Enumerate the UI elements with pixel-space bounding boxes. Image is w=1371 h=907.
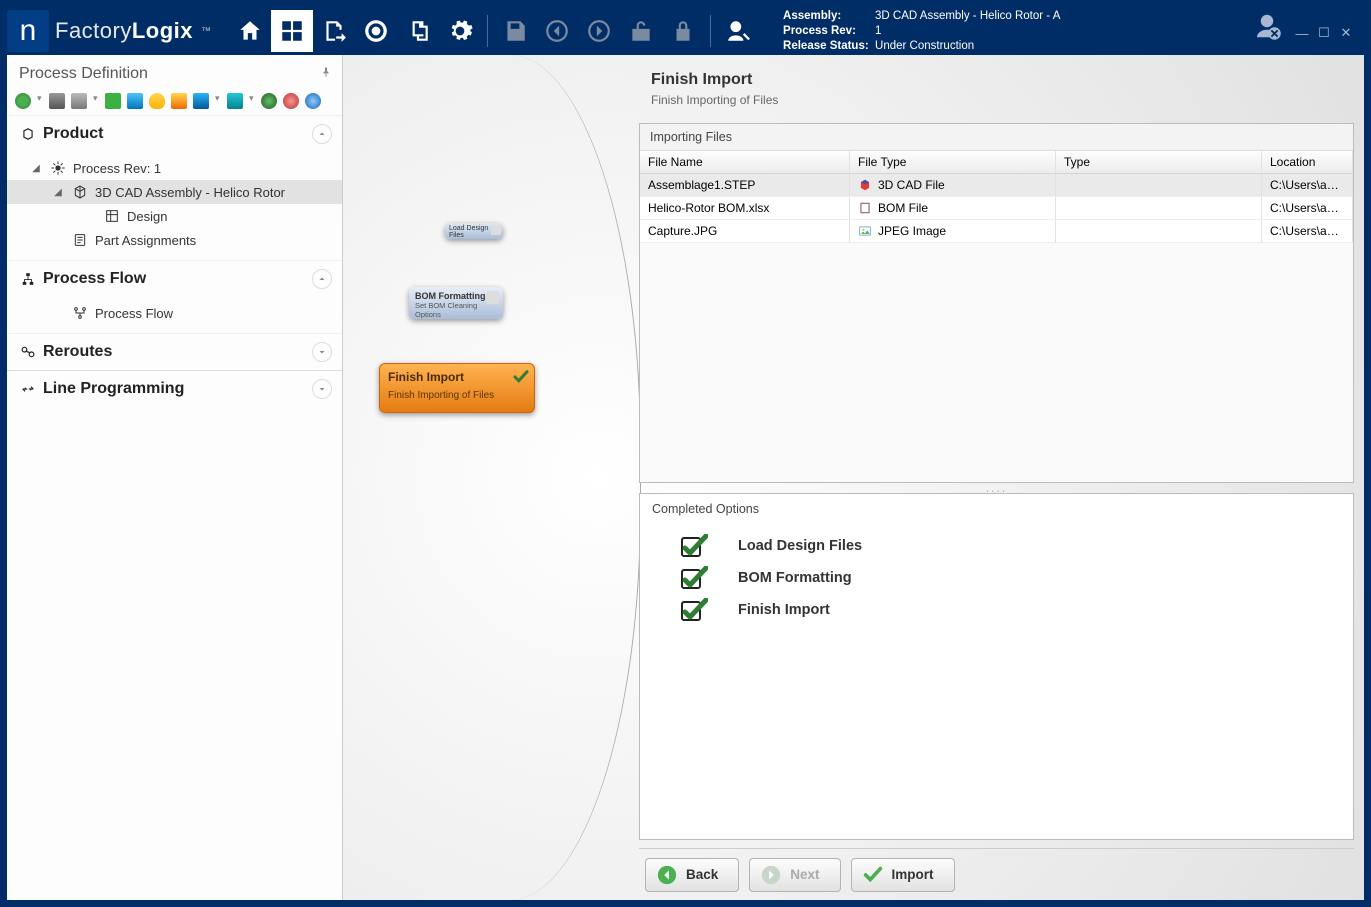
col-file-name[interactable]: File Name [640, 151, 850, 173]
expand-icon[interactable] [312, 342, 332, 362]
home-button[interactable] [229, 10, 271, 52]
brand-text: FactoryLogix [55, 18, 193, 44]
wizard-curve-panel: Load Design Files BOM Formatting Set BOM… [343, 55, 639, 900]
tool-icon-1[interactable] [49, 93, 65, 109]
tree-node-procrev[interactable]: ◢ Process Rev: 1 [7, 156, 342, 180]
image-file-icon [858, 224, 872, 238]
col-location[interactable]: Location [1262, 151, 1353, 173]
header-info: Assembly:3D CAD Assembly - Helico Rotor … [783, 9, 1060, 54]
sidebar-title: Process Definition [7, 55, 342, 89]
toolbar-separator-2 [710, 15, 711, 47]
grid-button[interactable] [271, 10, 313, 52]
tree-node-part-assignments[interactable]: Part Assignments [7, 228, 342, 252]
tool-icon-10[interactable] [283, 93, 299, 109]
table-row[interactable]: Capture.JPG JPEG Image C:\Users\ahu... [640, 220, 1353, 243]
grid-title: Importing Files [640, 124, 1353, 151]
completed-options-panel: Completed Options Load Design Files BOM … [639, 493, 1354, 840]
splitter[interactable] [639, 483, 1354, 493]
import-button[interactable]: Import [851, 858, 955, 892]
next-button[interactable]: Next [749, 858, 840, 892]
trademark: ™ [201, 26, 211, 37]
add-icon[interactable] [15, 93, 31, 109]
completed-item: Finish Import [652, 594, 1341, 626]
lock-button[interactable] [662, 10, 704, 52]
user-icon[interactable] [1252, 11, 1282, 46]
window-minimize[interactable]: — [1294, 25, 1310, 41]
target-button[interactable] [355, 10, 397, 52]
titlebar: n FactoryLogix ™ Assembly:3D CAD Assembly… [7, 7, 1364, 55]
section-line-programming[interactable]: Line Programming [7, 370, 342, 407]
wizard-step-finish-import[interactable]: Finish Import Finish Importing of Files [379, 363, 535, 413]
grid-header-row: File Name File Type Type Location [640, 151, 1353, 174]
tool-icon-9[interactable] [261, 93, 277, 109]
cad-file-icon [858, 178, 872, 192]
tool-icon-5[interactable] [149, 93, 165, 109]
gear-button[interactable] [439, 10, 481, 52]
wizard-step-bom-formatting[interactable]: BOM Formatting Set BOM Cleaning Options [409, 287, 503, 319]
wizard-step-load-design-files[interactable]: Load Design Files [445, 223, 503, 239]
unlock-button[interactable] [620, 10, 662, 52]
back-nav-button[interactable] [536, 10, 578, 52]
pin-icon[interactable] [320, 65, 332, 83]
tool-icon-8[interactable] [227, 93, 243, 109]
forward-nav-button[interactable] [578, 10, 620, 52]
completed-item: Load Design Files [652, 530, 1341, 562]
tree-node-process-flow[interactable]: Process Flow [7, 301, 342, 325]
tool-icon-6[interactable] [171, 93, 187, 109]
col-type[interactable]: Type [1056, 151, 1262, 173]
sidebar-mini-toolbar: ▾ ▾ ▾ ▾ [7, 89, 342, 115]
section-reroutes[interactable]: Reroutes [7, 333, 342, 370]
main-pane: Load Design Files BOM Formatting Set BOM… [343, 55, 1364, 900]
tree-node-assembly[interactable]: ◢ 3D CAD Assembly - Helico Rotor [7, 180, 342, 204]
tool-icon-4[interactable] [127, 93, 143, 109]
toolbar-separator [487, 15, 488, 47]
collapse-icon[interactable] [312, 269, 332, 289]
section-product[interactable]: Product [7, 115, 342, 152]
back-button[interactable]: Back [645, 858, 739, 892]
sidebar: Process Definition ▾ ▾ ▾ ▾ [7, 55, 343, 900]
tool-icon-11[interactable] [305, 93, 321, 109]
check-icon [512, 368, 530, 386]
tool-icon-2[interactable] [71, 93, 87, 109]
collapse-icon[interactable] [312, 124, 332, 144]
check-icon [680, 598, 708, 622]
tree-node-design[interactable]: Design [7, 204, 342, 228]
window-restore[interactable]: ☐ [1316, 25, 1332, 41]
search-user-button[interactable] [717, 10, 759, 52]
button-bar: Back Next Import [639, 848, 1354, 892]
detail-title: Finish Import [651, 71, 1342, 89]
brand-logo: n [7, 10, 49, 52]
completed-title: Completed Options [652, 502, 1341, 516]
table-row[interactable]: Helico-Rotor BOM.xlsx BOM File C:\Users\… [640, 197, 1353, 220]
export-button[interactable] [313, 10, 355, 52]
bom-file-icon [858, 201, 872, 215]
detail-pane: Finish Import Finish Importing of Files … [639, 59, 1354, 840]
detail-header: Finish Import Finish Importing of Files [639, 59, 1354, 117]
section-process-flow[interactable]: Process Flow [7, 260, 342, 297]
importing-files-grid: Importing Files File Name File Type Type… [639, 123, 1354, 483]
detail-subtitle: Finish Importing of Files [651, 93, 1342, 107]
save-button[interactable] [494, 10, 536, 52]
table-row[interactable]: Assemblage1.STEP 3D CAD File C:\Users\ah… [640, 174, 1353, 197]
tool-icon-3[interactable] [105, 93, 121, 109]
col-file-type[interactable]: File Type [850, 151, 1056, 173]
window-close[interactable]: ✕ [1338, 25, 1354, 41]
check-icon [680, 566, 708, 590]
completed-item: BOM Formatting [652, 562, 1341, 594]
check-icon [680, 534, 708, 558]
expand-icon[interactable] [312, 379, 332, 399]
copy-button[interactable] [397, 10, 439, 52]
tool-icon-7[interactable] [193, 93, 209, 109]
